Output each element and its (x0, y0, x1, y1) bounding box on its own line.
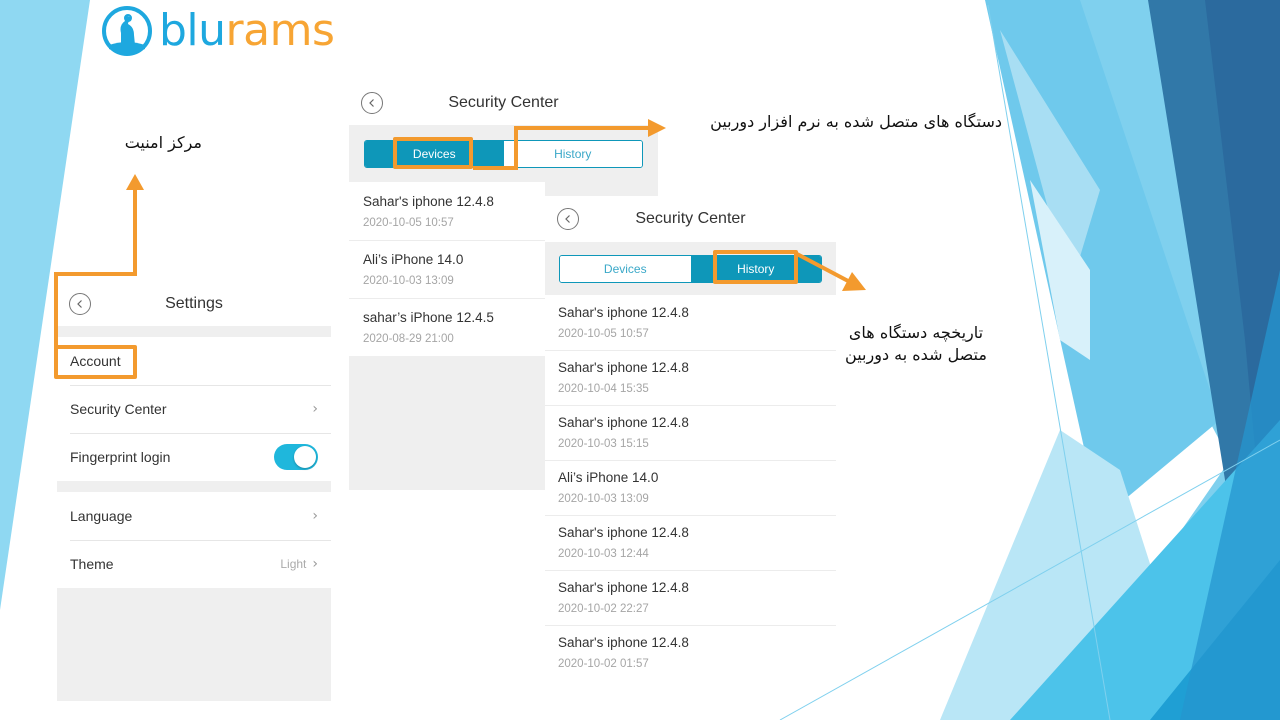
history-date: 2020-10-02 22:27 (558, 603, 649, 615)
label-connected-devices-fa: دستگاه های متصل شده به نرم افزار دوربین (710, 112, 1002, 131)
label-history-line1: تاریخچه دستگاه های (848, 323, 984, 342)
history-device-name: Sahar's iphone 12.4.8 (558, 580, 689, 595)
row-label: Security Center (70, 401, 167, 417)
settings-title: Settings (165, 294, 223, 312)
devices-nav-bar: Security Center (349, 80, 658, 125)
row-label: Language (70, 508, 133, 524)
history-device-name: Sahar's iphone 12.4.8 (558, 635, 689, 650)
label-history-fa: تاریخچه دستگاه های متصل شده به دوربین (830, 322, 1002, 365)
chevron-left-icon (369, 98, 374, 107)
row-label: Fingerprint login (70, 449, 171, 465)
device-date: 2020-10-05 10:57 (363, 216, 454, 229)
devices-list: Sahar's iphone 12.4.8 2020-10-05 10:57 A… (349, 182, 545, 356)
history-date: 2020-10-02 01:57 (558, 658, 649, 670)
history-date: 2020-10-05 10:57 (558, 328, 649, 340)
list-item[interactable]: Ali’s iPhone 14.0 2020-10-03 13:09 (349, 240, 545, 298)
history-date: 2020-10-04 15:35 (558, 383, 649, 395)
brand-name: blurams (159, 9, 335, 53)
list-item[interactable]: Sahar's iphone 12.4.8 2020-10-02 22:27 (545, 570, 836, 625)
list-item[interactable]: Sahar's iphone 12.4.8 2020-10-05 10:57 (545, 295, 836, 350)
list-item[interactable]: Sahar's iphone 12.4.8 2020-10-05 10:57 (349, 182, 545, 240)
history-date: 2020-10-03 15:15 (558, 438, 649, 450)
list-item[interactable]: Sahar's iphone 12.4.8 2020-10-03 12:44 (545, 515, 836, 570)
settings-nav-bar: Settings (57, 281, 331, 326)
settings-row-security-center[interactable]: Security Center › (57, 385, 331, 433)
settings-row-language[interactable]: Language › (57, 492, 331, 540)
chevron-right-icon: › (312, 556, 318, 572)
history-date: 2020-10-03 12:44 (558, 548, 649, 560)
toggle-knob (294, 446, 316, 468)
device-name: Ali’s iPhone 14.0 (363, 251, 464, 267)
back-button[interactable] (557, 208, 579, 230)
back-button[interactable] (69, 292, 91, 315)
device-date: 2020-08-29 21:00 (363, 332, 454, 345)
history-device-name: Sahar's iphone 12.4.8 (558, 415, 689, 430)
row-label: Theme (70, 556, 114, 572)
history-device-name: Ali’s iPhone 14.0 (558, 470, 659, 485)
tab-history[interactable]: History (503, 140, 642, 167)
chevron-left-icon (565, 215, 570, 223)
section-gap (57, 326, 331, 337)
section-gap (57, 481, 331, 492)
history-date: 2020-10-03 13:09 (558, 493, 649, 505)
settings-screen: Settings Account Security Center › Finge… (57, 281, 331, 701)
device-date: 2020-10-03 13:09 (363, 274, 454, 287)
fingerprint-toggle[interactable] (274, 444, 318, 470)
history-device-name: Sahar's iphone 12.4.8 (558, 360, 689, 375)
brand-name-part1: blu (159, 5, 226, 56)
brand-name-part2: rams (225, 5, 335, 56)
history-device-name: Sahar's iphone 12.4.8 (558, 305, 689, 320)
ram-icon (102, 6, 152, 56)
highlight-account (54, 345, 137, 379)
list-item[interactable]: Sahar's iphone 12.4.8 2020-10-04 15:35 (545, 350, 836, 405)
history-screen-title: Security Center (635, 210, 746, 227)
device-name: Sahar's iphone 12.4.8 (363, 193, 494, 209)
tab-devices[interactable]: Devices (560, 255, 691, 282)
back-button[interactable] (361, 91, 383, 114)
theme-value: Light (280, 557, 307, 571)
device-name: sahar’s iPhone 12.4.5 (363, 309, 494, 325)
brand-logo: blurams (101, 5, 335, 57)
history-device-name: Sahar's iphone 12.4.8 (558, 525, 689, 540)
list-item[interactable]: Ali’s iPhone 14.0 2020-10-03 13:09 (545, 460, 836, 515)
settings-row-fingerprint-login: Fingerprint login (57, 433, 331, 481)
settings-row-theme[interactable]: Theme Light › (57, 540, 331, 588)
history-nav-bar: Security Center (545, 196, 836, 242)
list-item[interactable]: sahar’s iPhone 12.4.5 2020-08-29 21:00 (349, 298, 545, 356)
chevron-right-icon: › (312, 508, 318, 524)
list-item[interactable]: Sahar's iphone 12.4.8 2020-10-03 15:15 (545, 405, 836, 460)
highlight-devices-tab (393, 137, 473, 169)
devices-screen-title: Security Center (448, 93, 559, 111)
chevron-right-icon: › (312, 401, 318, 417)
history-list: Sahar's iphone 12.4.8 2020-10-05 10:57 S… (545, 295, 836, 680)
label-history-line2: متصل شده به دوربین (845, 344, 987, 364)
label-security-center-fa: مرکز امنیت (124, 133, 202, 152)
list-item[interactable]: Sahar's iphone 12.4.8 2020-10-02 01:57 (545, 625, 836, 680)
highlight-history-tab (713, 250, 798, 284)
chevron-left-icon (77, 299, 82, 308)
